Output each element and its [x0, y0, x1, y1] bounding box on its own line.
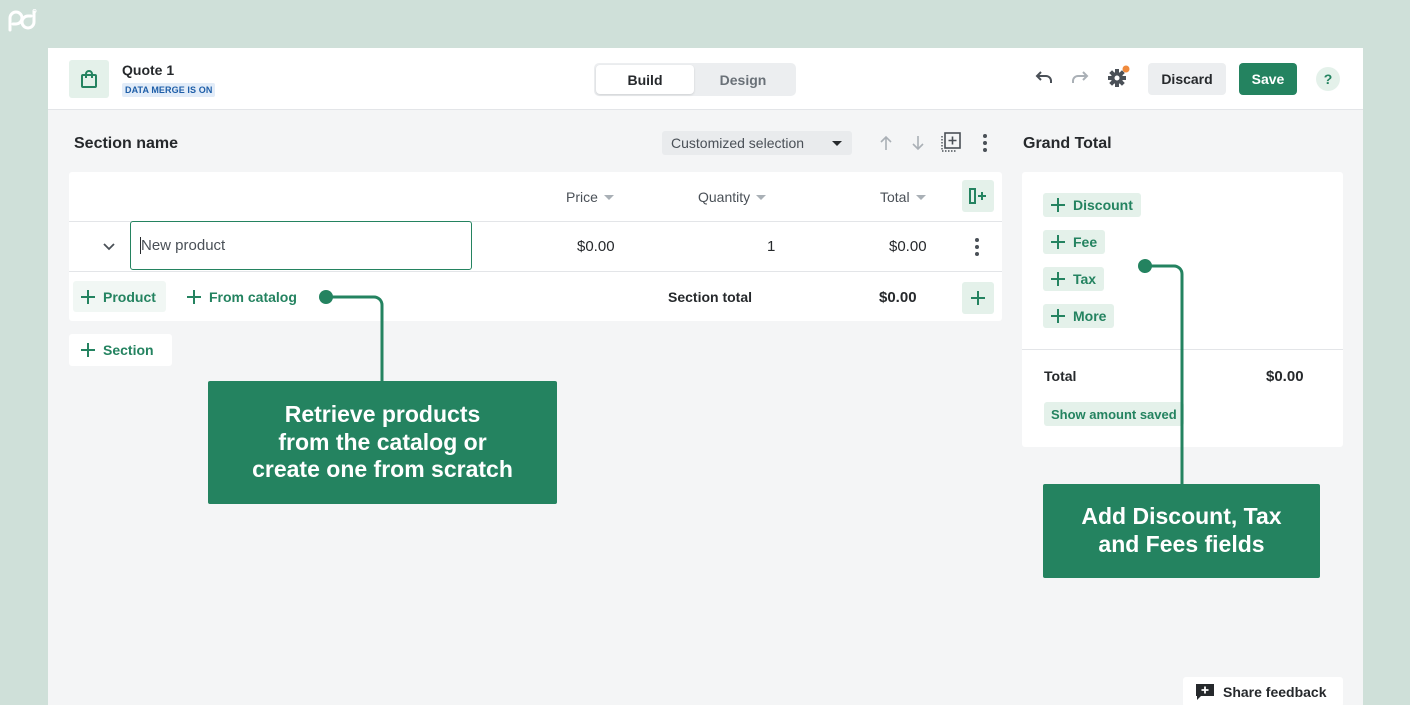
product-name-placeholder: New product	[141, 237, 226, 254]
feedback-icon	[1196, 684, 1214, 700]
grand-total-title: Grand Total	[1023, 135, 1112, 152]
plus-icon	[1051, 235, 1065, 249]
section-total-value: $0.00	[879, 289, 917, 306]
add-section-label: Section	[103, 342, 154, 358]
arrow-down-icon[interactable]	[907, 132, 929, 154]
price-column-header[interactable]: Price	[566, 189, 614, 205]
fees-callout: Add Discount, Tax and Fees fields	[1043, 484, 1320, 578]
price-cell[interactable]: $0.00	[577, 238, 615, 255]
quote-title[interactable]: Quote 1	[122, 62, 174, 78]
help-button[interactable]: ?	[1316, 67, 1340, 91]
add-tax-button[interactable]: Tax	[1043, 267, 1105, 291]
shopping-bag-icon[interactable]	[69, 60, 109, 98]
plus-icon	[1051, 309, 1065, 323]
selection-dropdown[interactable]: Customized selection	[662, 131, 852, 155]
product-name-input[interactable]: New product	[130, 221, 472, 270]
undo-icon[interactable]	[1032, 66, 1056, 90]
discount-label: Discount	[1073, 197, 1133, 213]
section-total-label: Section total	[668, 289, 753, 305]
section-more-icon[interactable]	[983, 134, 987, 152]
sort-caret-icon	[915, 194, 926, 200]
total-cell: $0.00	[889, 238, 927, 255]
price-header-label: Price	[566, 189, 598, 205]
selection-value: Customized selection	[671, 135, 805, 151]
fees-callout-line: Add Discount, Tax	[1081, 503, 1282, 530]
fee-label: Fee	[1073, 234, 1098, 250]
plus-icon	[1051, 272, 1065, 286]
share-feedback-label: Share feedback	[1223, 684, 1327, 700]
quantity-column-header[interactable]: Quantity	[698, 189, 767, 205]
total-value: $0.00	[1266, 368, 1304, 385]
data-merge-badge: DATA MERGE IS ON	[122, 83, 216, 97]
catalog-callout-line: Retrieve products	[284, 401, 481, 428]
show-amount-saved-button[interactable]: Show amount saved	[1044, 402, 1184, 426]
catalog-callout-line: create one from scratch	[252, 456, 513, 483]
plus-icon	[81, 289, 95, 304]
sort-caret-icon	[756, 194, 767, 200]
plus-icon	[81, 343, 95, 357]
total-column-header[interactable]: Total	[880, 189, 926, 205]
total-header-label: Total	[880, 189, 910, 205]
add-fee-button[interactable]: Fee	[1043, 230, 1106, 254]
more-button[interactable]: More	[1043, 304, 1115, 328]
add-discount-button[interactable]: Discount	[1043, 193, 1141, 217]
catalog-callout: Retrieve products from the catalog or cr…	[208, 381, 557, 504]
quantity-header-label: Quantity	[698, 189, 751, 205]
plus-icon	[971, 291, 985, 305]
total-label: Total	[1044, 368, 1077, 384]
pandadoc-logo	[7, 8, 37, 36]
tab-build[interactable]: Build	[596, 65, 694, 94]
add-section-button[interactable]: Section	[69, 334, 172, 366]
add-block-icon[interactable]	[940, 131, 962, 153]
from-catalog-label: From catalog	[209, 288, 297, 305]
discard-button[interactable]: Discard	[1148, 63, 1226, 95]
quantity-cell[interactable]: 1	[767, 238, 775, 255]
plus-icon	[1051, 198, 1065, 212]
fees-callout-line: and Fees fields	[1098, 531, 1265, 557]
row-more-icon[interactable]	[975, 238, 979, 256]
tax-label: Tax	[1073, 271, 1097, 287]
save-button[interactable]: Save	[1239, 63, 1297, 95]
add-product-button[interactable]: Product	[73, 281, 166, 312]
add-column-icon	[969, 188, 986, 204]
sort-caret-icon	[603, 194, 614, 200]
catalog-callout-line: from the catalog or	[278, 428, 487, 455]
plus-icon	[187, 289, 201, 304]
caret-down-icon	[832, 141, 842, 146]
more-label: More	[1073, 308, 1107, 324]
add-row-button[interactable]	[962, 282, 994, 314]
section-name[interactable]: Section name	[74, 135, 178, 153]
panel-divider	[1022, 349, 1343, 350]
grand-total-panel: Discount Fee Tax More Total $0.00 Show a…	[1022, 172, 1343, 447]
mode-tabs: Build Design	[594, 63, 796, 96]
tab-design[interactable]: Design	[694, 65, 792, 94]
redo-icon[interactable]	[1068, 66, 1092, 90]
share-feedback-button[interactable]: Share feedback	[1183, 677, 1343, 705]
add-product-label: Product	[103, 288, 156, 305]
arrow-up-icon[interactable]	[875, 132, 897, 154]
top-bar: Quote 1 DATA MERGE IS ON Build Design Di…	[48, 48, 1363, 110]
gear-icon[interactable]	[1106, 65, 1130, 89]
quote-builder-window: Quote 1 DATA MERGE IS ON Build Design Di…	[48, 48, 1363, 705]
product-table: Price Quantity Total New product $0.00 1	[69, 172, 1002, 321]
from-catalog-button[interactable]: From catalog	[179, 281, 307, 312]
chevron-down-icon[interactable]	[102, 239, 116, 257]
row-divider	[69, 271, 1002, 272]
add-column-button[interactable]	[962, 180, 994, 212]
